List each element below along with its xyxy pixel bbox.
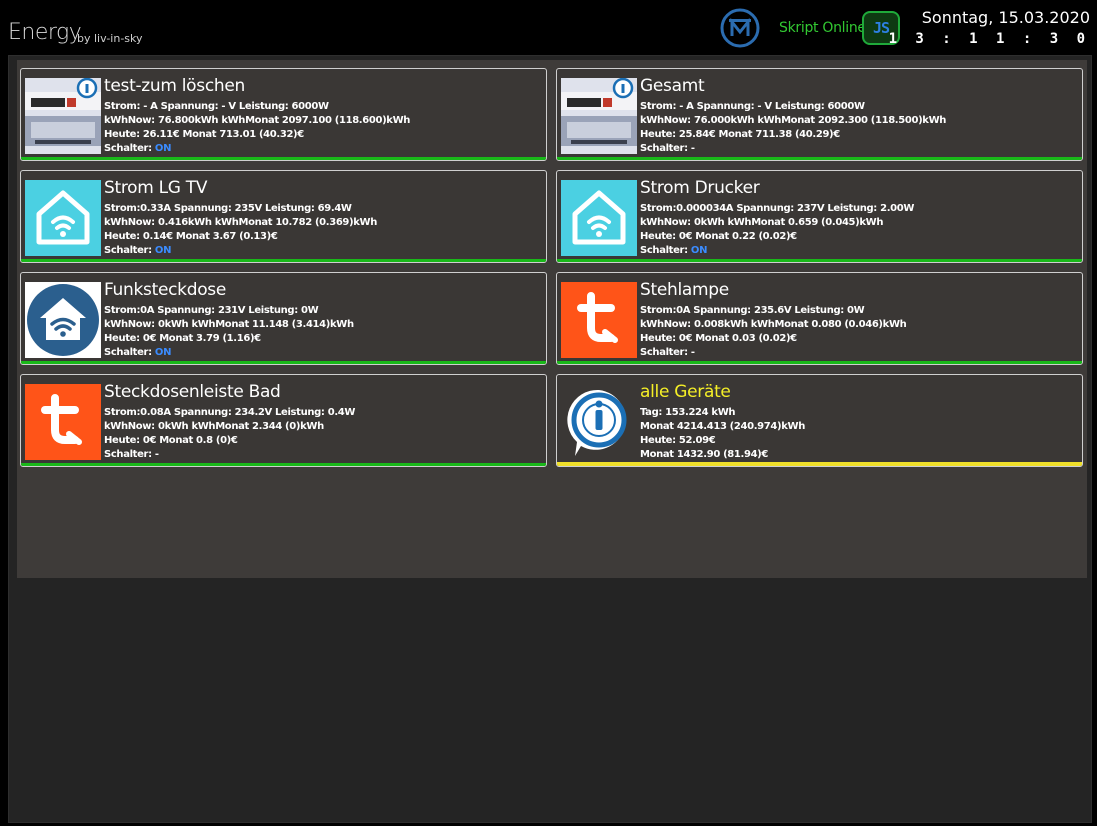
device-card[interactable]: Strom Drucker Strom:0.000034A Spannung: … — [556, 170, 1083, 263]
current-voltage-power: Strom:0A Spannung: 231V Leistung: 0W — [104, 305, 319, 316]
status-bar — [21, 259, 546, 262]
switch-status: Schalter: ON — [104, 347, 171, 358]
energy-meter-icon — [561, 78, 637, 154]
top-bar: Energy by liv-in-sky Skript Online JS So… — [0, 0, 1097, 55]
date-display: Sonntag, 15.03.2020 — [921, 8, 1090, 27]
cost-readings: Heute: 0€ Monat 3.79 (1.16)€ — [104, 333, 261, 344]
status-bar — [21, 157, 546, 160]
smart-home-icon — [561, 180, 637, 256]
cost-readings: Heute: 0€ Monat 0.22 (0.02)€ — [640, 231, 797, 242]
m-logo-icon[interactable] — [720, 8, 760, 48]
switch-value: - — [690, 143, 695, 154]
total-today-cost: Heute: 52.09€ — [640, 435, 716, 446]
switch-status: Schalter: ON — [640, 245, 707, 256]
device-name: Stehlampe — [640, 280, 729, 300]
cost-readings: Heute: 26.11€ Monat 713.01 (40.32)€ — [104, 129, 304, 140]
current-voltage-power: Strom: - A Spannung: - V Leistung: 6000W — [640, 101, 865, 112]
cost-readings: Heute: 0€ Monat 0.8 (0)€ — [104, 435, 238, 446]
app-title: Energy — [8, 20, 82, 45]
switch-label: Schalter: — [104, 245, 152, 256]
current-voltage-power: Strom:0.33A Spannung: 235V Leistung: 69.… — [104, 203, 352, 214]
device-card[interactable]: Strom LG TV Strom:0.33A Spannung: 235V L… — [20, 170, 547, 263]
energy-meter-icon — [25, 78, 101, 154]
switch-status: Schalter: - — [104, 449, 159, 460]
switch-value[interactable]: ON — [155, 347, 172, 358]
status-bar — [557, 157, 1082, 160]
status-bar — [557, 361, 1082, 364]
switch-label: Schalter: — [104, 143, 152, 154]
device-panel: test-zum löschen Strom: - A Spannung: - … — [17, 60, 1087, 578]
iobroker-icon — [561, 384, 637, 460]
total-devices-card[interactable]: alle Geräte Tag: 153.224 kWh Monat 4214.… — [556, 374, 1083, 467]
device-name: Strom Drucker — [640, 178, 760, 198]
device-name: Steckdosenleiste Bad — [104, 382, 281, 402]
switch-label: Schalter: — [640, 245, 688, 256]
device-name: test-zum löschen — [104, 76, 245, 96]
device-name: Strom LG TV — [104, 178, 208, 198]
kwh-readings: kWhNow: 76.800kWh kWhMonat 2097.100 (118… — [104, 115, 411, 126]
home-wifi-icon — [25, 282, 101, 358]
kwh-readings: kWhNow: 0kWh kWhMonat 11.148 (3.414)kWh — [104, 319, 354, 330]
switch-label: Schalter: — [640, 143, 688, 154]
switch-value: - — [154, 449, 159, 460]
switch-value: - — [690, 347, 695, 358]
device-name: Funksteckdose — [104, 280, 227, 300]
switch-status: Schalter: ON — [104, 245, 171, 256]
kwh-readings: kWhNow: 0kWh kWhMonat 0.659 (0.045)kWh — [640, 217, 884, 228]
device-name: Gesamt — [640, 76, 705, 96]
status-bar — [557, 259, 1082, 262]
device-card[interactable]: Gesamt Strom: - A Spannung: - V Leistung… — [556, 68, 1083, 161]
switch-value[interactable]: ON — [155, 143, 172, 154]
switch-value[interactable]: ON — [155, 245, 172, 256]
switch-value[interactable]: ON — [691, 245, 708, 256]
kwh-readings: kWhNow: 0.416kWh kWhMonat 10.782 (0.369)… — [104, 217, 378, 228]
total-title: alle Geräte — [640, 382, 731, 402]
device-card[interactable]: Funksteckdose Strom:0A Spannung: 231V Le… — [20, 272, 547, 365]
current-voltage-power: Strom:0A Spannung: 235.6V Leistung: 0W — [640, 305, 865, 316]
tuya-icon — [25, 384, 101, 460]
smart-home-icon — [25, 180, 101, 256]
time-display: 1 3 : 1 1 : 3 0 — [888, 31, 1090, 47]
total-month-kwh: Monat 4214.413 (240.974)kWh — [640, 421, 805, 432]
cost-readings: Heute: 0€ Monat 0.03 (0.02)€ — [640, 333, 797, 344]
kwh-readings: kWhNow: 0.008kWh kWhMonat 0.080 (0.046)k… — [640, 319, 907, 330]
total-day-kwh: Tag: 153.224 kWh — [640, 407, 736, 418]
app-byline: by liv-in-sky — [77, 32, 143, 45]
device-card[interactable]: Stehlampe Strom:0A Spannung: 235.6V Leis… — [556, 272, 1083, 365]
device-card[interactable]: test-zum löschen Strom: - A Spannung: - … — [20, 68, 547, 161]
js-label: JS — [872, 19, 890, 37]
script-status: Skript Online — [779, 20, 866, 36]
status-bar — [21, 361, 546, 364]
switch-label: Schalter: — [104, 347, 152, 358]
current-voltage-power: Strom:0.08A Spannung: 234.2V Leistung: 0… — [104, 407, 356, 418]
current-voltage-power: Strom:0.000034A Spannung: 237V Leistung:… — [640, 203, 915, 214]
kwh-readings: kWhNow: 76.000kWh kWhMonat 2092.300 (118… — [640, 115, 947, 126]
kwh-readings: kWhNow: 0kWh kWhMonat 2.344 (0)kWh — [104, 421, 324, 432]
status-bar — [557, 462, 1082, 466]
cost-readings: Heute: 0.14€ Monat 3.67 (0.13)€ — [104, 231, 278, 242]
device-card[interactable]: Steckdosenleiste Bad Strom:0.08A Spannun… — [20, 374, 547, 467]
total-month-cost: Monat 1432.90 (81.94)€ — [640, 449, 769, 460]
cost-readings: Heute: 25.84€ Monat 711.38 (40.29)€ — [640, 129, 840, 140]
switch-label: Schalter: — [640, 347, 688, 358]
switch-status: Schalter: - — [640, 143, 695, 154]
switch-status: Schalter: - — [640, 347, 695, 358]
switch-status: Schalter: ON — [104, 143, 171, 154]
status-bar — [21, 463, 546, 466]
switch-label: Schalter: — [104, 449, 152, 460]
current-voltage-power: Strom: - A Spannung: - V Leistung: 6000W — [104, 101, 329, 112]
tuya-icon — [561, 282, 637, 358]
main-frame: test-zum löschen Strom: - A Spannung: - … — [8, 55, 1092, 823]
